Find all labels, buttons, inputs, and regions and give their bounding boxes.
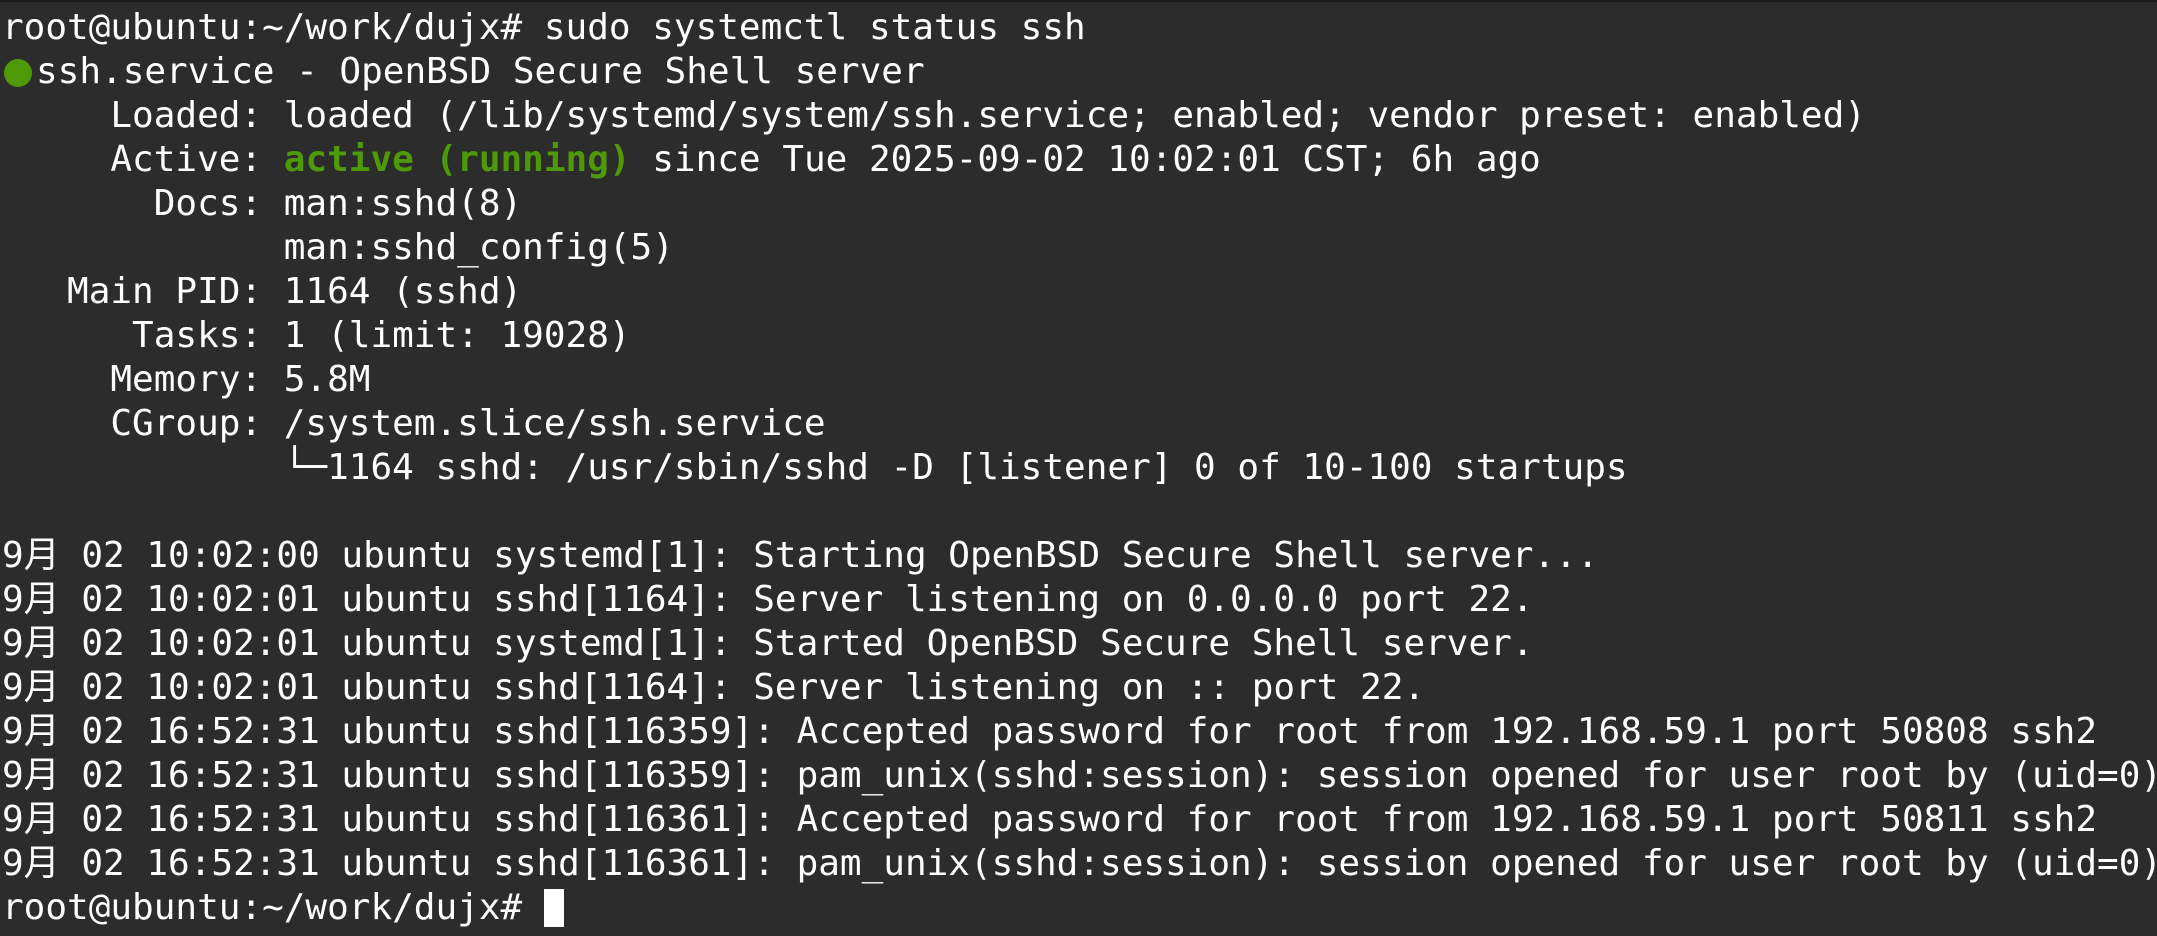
log-line: 9月 02 16:52:31 ubuntu sshd[116359]: Acce… [2,711,2098,752]
service-header-line: ssh.service - OpenBSD Secure Shell serve… [2,50,2157,94]
tasks-line: Tasks: 1 (limit: 19028) [2,315,631,356]
prompt-line[interactable]: root@ubuntu:~/work/dujx# [2,886,2157,930]
prompt: root@ubuntu:~/work/dujx# [2,887,544,928]
cgroup-line-1: CGroup: /system.slice/ssh.service [2,403,826,444]
cgroup-line-2: └─1164 sshd: /usr/sbin/sshd -D [listener… [2,447,1628,488]
log-line: 9月 02 16:52:31 ubuntu sshd[116361]: Acce… [2,799,2098,840]
loaded-line: Loaded: loaded (/lib/systemd/system/ssh.… [2,95,1866,136]
status-bullet-icon [4,59,32,87]
log-line: 9月 02 10:02:01 ubuntu sshd[1164]: Server… [2,667,1426,708]
terminal-window[interactable]: root@ubuntu:~/work/dujx# sudo systemctl … [0,0,2157,936]
log-line: 9月 02 10:02:00 ubuntu systemd[1]: Starti… [2,535,1599,576]
docs-line-1: Docs: man:sshd(8) [2,183,523,224]
log-line: 9月 02 10:02:01 ubuntu sshd[1164]: Server… [2,579,1534,620]
active-line: Active: active (running) since Tue 2025-… [2,138,2157,182]
docs-line-2: man:sshd_config(5) [2,227,674,268]
active-since: since Tue 2025-09-02 10:02:01 CST; 6h ag… [630,139,1541,180]
log-line: 9月 02 16:52:31 ubuntu sshd[116361]: pam_… [2,843,2157,884]
command-line: root@ubuntu:~/work/dujx# sudo systemctl … [2,7,1086,48]
service-header: ssh.service - OpenBSD Secure Shell serve… [36,51,925,92]
journal-log: 9月 02 10:02:00 ubuntu systemd[1]: Starti… [2,534,2157,886]
text-cursor [543,889,564,927]
memory-line: Memory: 5.8M [2,359,371,400]
log-line: 9月 02 10:02:01 ubuntu systemd[1]: Starte… [2,623,1534,664]
active-label: Active: [2,139,284,180]
active-state: active (running) [283,139,631,180]
log-line: 9月 02 16:52:31 ubuntu sshd[116359]: pam_… [2,755,2157,796]
main-pid-line: Main PID: 1164 (sshd) [2,271,523,312]
